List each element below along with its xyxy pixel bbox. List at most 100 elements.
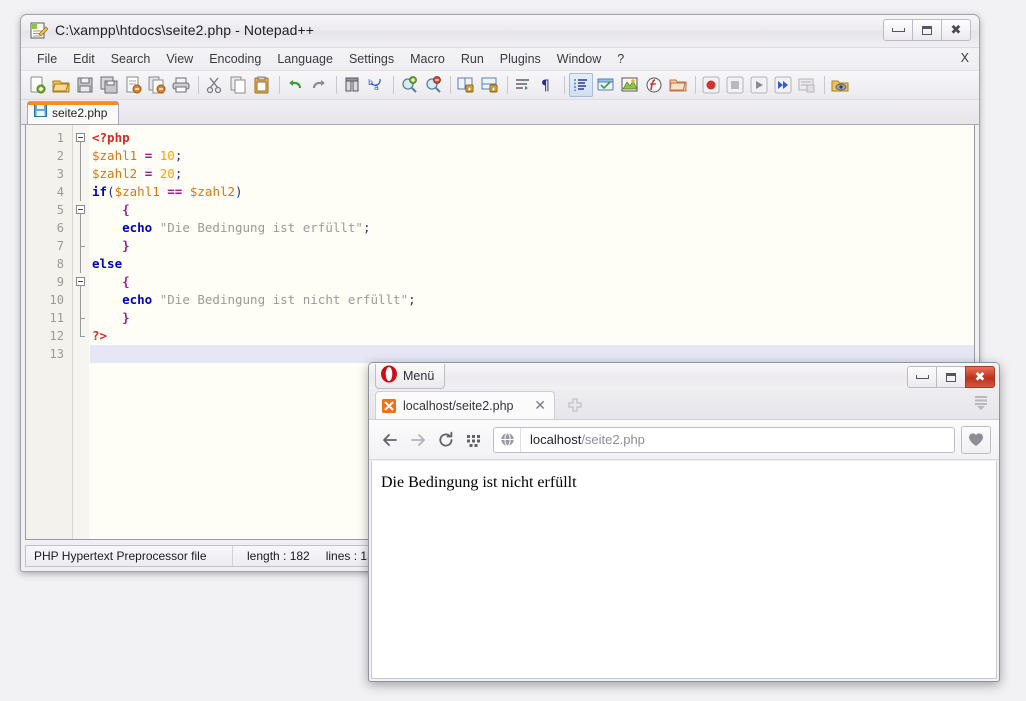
function-list-icon[interactable] xyxy=(643,74,665,96)
sync-horizontal-scroll-icon[interactable] xyxy=(479,74,501,96)
fold-marker[interactable] xyxy=(73,165,89,183)
menu-item-run[interactable]: Run xyxy=(453,50,492,68)
sync-vertical-scroll-icon[interactable] xyxy=(455,74,477,96)
fold-marker[interactable] xyxy=(73,201,89,219)
code-lines[interactable]: 1 <?php 2 $zahl1 = 10; 3 $zahl2 = 20; 4 if($zah… xyxy=(26,125,974,363)
close-document-x-button[interactable]: X xyxy=(961,51,969,65)
menu-item-window[interactable]: Window xyxy=(549,50,609,68)
menu-item-language[interactable]: Language xyxy=(269,50,341,68)
run-icon[interactable] xyxy=(829,74,851,96)
opera-titlebar[interactable]: Menü ✖ xyxy=(369,363,999,389)
fold-line xyxy=(80,291,81,309)
back-arrow-icon[interactable] xyxy=(377,427,403,453)
line-number: 9 xyxy=(56,275,64,289)
code-line[interactable]: 12 ?> xyxy=(26,327,974,345)
code-line[interactable]: 6 echo "Die Bedingung ist erfüllt"; xyxy=(26,219,974,237)
code-line[interactable]: 1 <?php xyxy=(26,129,974,147)
menu-item-view[interactable]: View xyxy=(158,50,201,68)
menu-item-encoding[interactable]: Encoding xyxy=(201,50,269,68)
record-macro-icon[interactable] xyxy=(700,74,722,96)
page-info-globe-icon[interactable] xyxy=(494,427,521,452)
cut-icon[interactable] xyxy=(203,74,225,96)
close-file-icon[interactable] xyxy=(122,74,144,96)
user-defined-dialog-icon[interactable] xyxy=(595,74,617,96)
close-all-icon[interactable] xyxy=(146,74,168,96)
copy-icon[interactable] xyxy=(227,74,249,96)
opera-menu-button[interactable]: Menü xyxy=(375,364,446,389)
notepadpp-titlebar[interactable]: C:\xampp\htdocs\seite2.php - Notepad++ ✖ xyxy=(21,15,979,48)
undo-icon[interactable] xyxy=(284,74,306,96)
notepadpp-minimize-button[interactable] xyxy=(883,19,913,41)
indent-guide-icon[interactable] xyxy=(569,73,593,97)
zoom-out-icon[interactable] xyxy=(422,74,444,96)
tab-seite2-php[interactable]: seite2.php xyxy=(27,101,119,124)
fold-marker[interactable] xyxy=(73,183,89,201)
fold-marker[interactable] xyxy=(73,291,89,309)
paste-icon[interactable] xyxy=(251,74,273,96)
line-number: 8 xyxy=(56,257,64,271)
document-map-icon[interactable] xyxy=(619,74,641,96)
menu-item-file[interactable]: File xyxy=(29,50,65,68)
open-file-icon[interactable] xyxy=(50,74,72,96)
fold-marker[interactable] xyxy=(73,327,89,345)
find-icon[interactable] xyxy=(341,74,363,96)
code-line[interactable]: 13 xyxy=(26,345,974,363)
close-icon[interactable]: ✕ xyxy=(532,398,548,414)
fold-marker[interactable] xyxy=(73,309,89,327)
fold-marker[interactable] xyxy=(73,273,89,291)
play-macro-icon[interactable] xyxy=(748,74,770,96)
code-line[interactable]: 9 { xyxy=(26,273,974,291)
code-line[interactable]: 4 if($zahl1 == $zahl2) xyxy=(26,183,974,201)
stop-recording-icon[interactable] xyxy=(724,74,746,96)
menu-item-help[interactable]: ? xyxy=(609,50,632,68)
menu-item-plugins[interactable]: Plugins xyxy=(492,50,549,68)
fold-marker[interactable] xyxy=(73,129,89,147)
save-all-icon[interactable] xyxy=(98,74,120,96)
fold-marker[interactable] xyxy=(73,147,89,165)
new-file-icon[interactable] xyxy=(26,74,48,96)
code-line[interactable]: 2 $zahl1 = 10; xyxy=(26,147,974,165)
folder-as-workspace-icon[interactable] xyxy=(667,74,689,96)
opera-minimize-button[interactable] xyxy=(907,366,937,388)
address-bar[interactable]: localhost/seite2.php xyxy=(493,426,955,453)
menu-item-edit[interactable]: Edit xyxy=(65,50,103,68)
status-filetype: PHP Hypertext Preprocessor file xyxy=(34,549,207,563)
notepadpp-close-button[interactable]: ✖ xyxy=(941,19,971,41)
speed-dial-grid-icon[interactable] xyxy=(461,427,487,453)
panel-toggle-icon[interactable] xyxy=(971,393,991,413)
opera-close-button[interactable]: ✖ xyxy=(965,366,995,388)
fold-marker[interactable] xyxy=(73,255,89,273)
save-icon[interactable] xyxy=(74,74,96,96)
redo-icon[interactable] xyxy=(308,74,330,96)
address-host: localhost xyxy=(530,432,582,447)
code-line[interactable]: 8 else xyxy=(26,255,974,273)
fold-collapse-box-icon[interactable] xyxy=(76,277,85,286)
bookmark-heart-icon[interactable] xyxy=(961,425,991,454)
code-line[interactable]: 3 $zahl2 = 20; xyxy=(26,165,974,183)
menu-item-settings[interactable]: Settings xyxy=(341,50,402,68)
opera-maximize-button[interactable] xyxy=(936,366,966,388)
code-line[interactable]: 11 } xyxy=(26,309,974,327)
new-tab-plus-icon[interactable] xyxy=(567,397,583,413)
code-line[interactable]: 7 } xyxy=(26,237,974,255)
fold-collapse-box-icon[interactable] xyxy=(76,133,85,142)
show-all-characters-icon[interactable]: ¶ xyxy=(536,74,558,96)
fold-marker[interactable] xyxy=(73,219,89,237)
fold-collapse-box-icon[interactable] xyxy=(76,205,85,214)
save-macro-icon[interactable] xyxy=(796,74,818,96)
code-line[interactable]: 5 { xyxy=(26,201,974,219)
reload-icon[interactable] xyxy=(433,427,459,453)
menu-item-search[interactable]: Search xyxy=(103,50,159,68)
browser-tab-localhost-seite2[interactable]: localhost/seite2.php ✕ xyxy=(375,391,555,419)
word-wrap-icon[interactable] xyxy=(512,74,534,96)
print-icon[interactable] xyxy=(170,74,192,96)
fold-marker[interactable] xyxy=(73,237,89,255)
run-macro-multiple-icon[interactable] xyxy=(772,74,794,96)
replace-icon[interactable]: ba xyxy=(365,74,387,96)
menu-item-macro[interactable]: Macro xyxy=(402,50,453,68)
notepadpp-maximize-button[interactable] xyxy=(912,19,942,41)
zoom-in-icon[interactable] xyxy=(398,74,420,96)
address-bar-text[interactable]: localhost/seite2.php xyxy=(521,432,645,447)
forward-arrow-icon[interactable] xyxy=(405,427,431,453)
code-line[interactable]: 10 echo "Die Bedingung ist nicht erfüllt… xyxy=(26,291,974,309)
